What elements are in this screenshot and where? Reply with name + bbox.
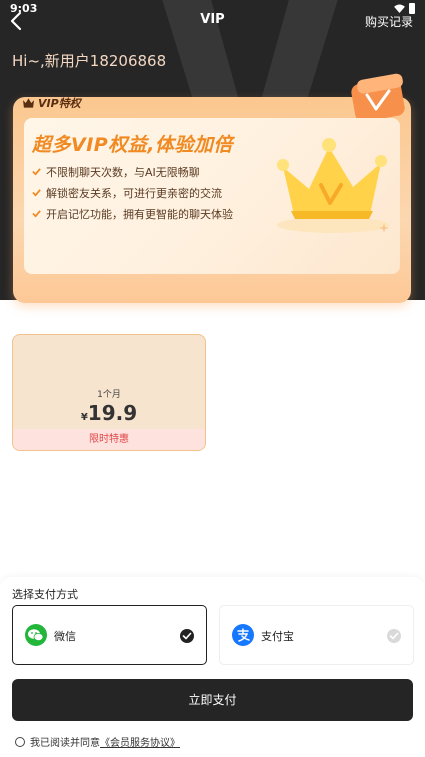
wechat-pay-label: 微信: [54, 630, 76, 643]
agreement-radio[interactable]: [15, 736, 25, 747]
plan-card-1-month[interactable]: 1个月 ¥19.9 限时特惠: [12, 334, 206, 451]
check-icon: [32, 210, 41, 218]
plan-amount: 19.9: [87, 401, 138, 425]
service-agreement-link[interactable]: 《会员服务协议》: [100, 734, 180, 749]
benefit-text: 解锁密友关系，可进行更亲密的交流: [46, 186, 222, 200]
plan-duration: 1个月: [97, 390, 121, 400]
agreement-text: 我已阅读并同意: [30, 738, 100, 749]
page-title: VIP: [200, 12, 225, 27]
benefit-list: 不限制聊天次数，与AI无限畅聊 解锁密友关系，可进行更亲密的交流 开启记忆功能，…: [32, 161, 233, 224]
crown-small-icon: [23, 98, 34, 108]
check-icon: [32, 168, 41, 176]
nav-bar: VIP 购买记录: [0, 6, 425, 36]
benefit-text: 不限制聊天次数，与AI无限畅聊: [46, 165, 200, 179]
plan-currency: ¥: [80, 412, 88, 423]
sparkle-icon: [379, 223, 389, 233]
wechat-pay-option[interactable]: 微信: [12, 605, 207, 665]
vip-headline: 超多VIP权益,体验加倍: [32, 134, 233, 156]
vip-badge-label: VIP特权: [38, 97, 81, 110]
purchase-history-link[interactable]: 购买记录: [365, 13, 413, 30]
benefit-item: 开启记忆功能，拥有更智能的聊天体验: [32, 203, 233, 224]
payment-sheet: 选择支付方式 微信 支付宝 立即支付 我已阅读并同意 《会员服务协议》: [0, 577, 425, 757]
gift-box-icon: [351, 73, 405, 122]
user-greeting: Hi~,新用户18206868: [12, 52, 167, 70]
vip-badge: VIP特权: [23, 95, 81, 111]
check-icon: [32, 189, 41, 197]
agreement-row: 我已阅读并同意 《会员服务协议》: [15, 734, 180, 749]
benefit-item: 不限制聊天次数，与AI无限畅聊: [32, 161, 233, 182]
benefit-text: 开启记忆功能，拥有更智能的聊天体验: [46, 207, 233, 221]
payment-method-title: 选择支付方式: [12, 588, 78, 601]
alipay-option[interactable]: 支付宝: [219, 605, 414, 665]
unselected-check-icon: [387, 629, 401, 643]
crown-icon: [277, 138, 389, 233]
plan-price: ¥19.9: [13, 401, 205, 425]
alipay-icon: [232, 624, 254, 646]
alipay-label: 支付宝: [261, 630, 294, 643]
vip-benefits-card: VIP特权 超多VIP权益,体验加倍 不限制聊天次数，与AI无限畅聊 解锁密友关…: [13, 73, 411, 303]
benefit-item: 解锁密友关系，可进行更亲密的交流: [32, 182, 233, 203]
limited-offer-tag: 限时特惠: [13, 429, 205, 450]
pay-now-button[interactable]: 立即支付: [12, 679, 413, 721]
selected-check-icon: [180, 629, 194, 643]
wechat-icon: [25, 624, 47, 646]
